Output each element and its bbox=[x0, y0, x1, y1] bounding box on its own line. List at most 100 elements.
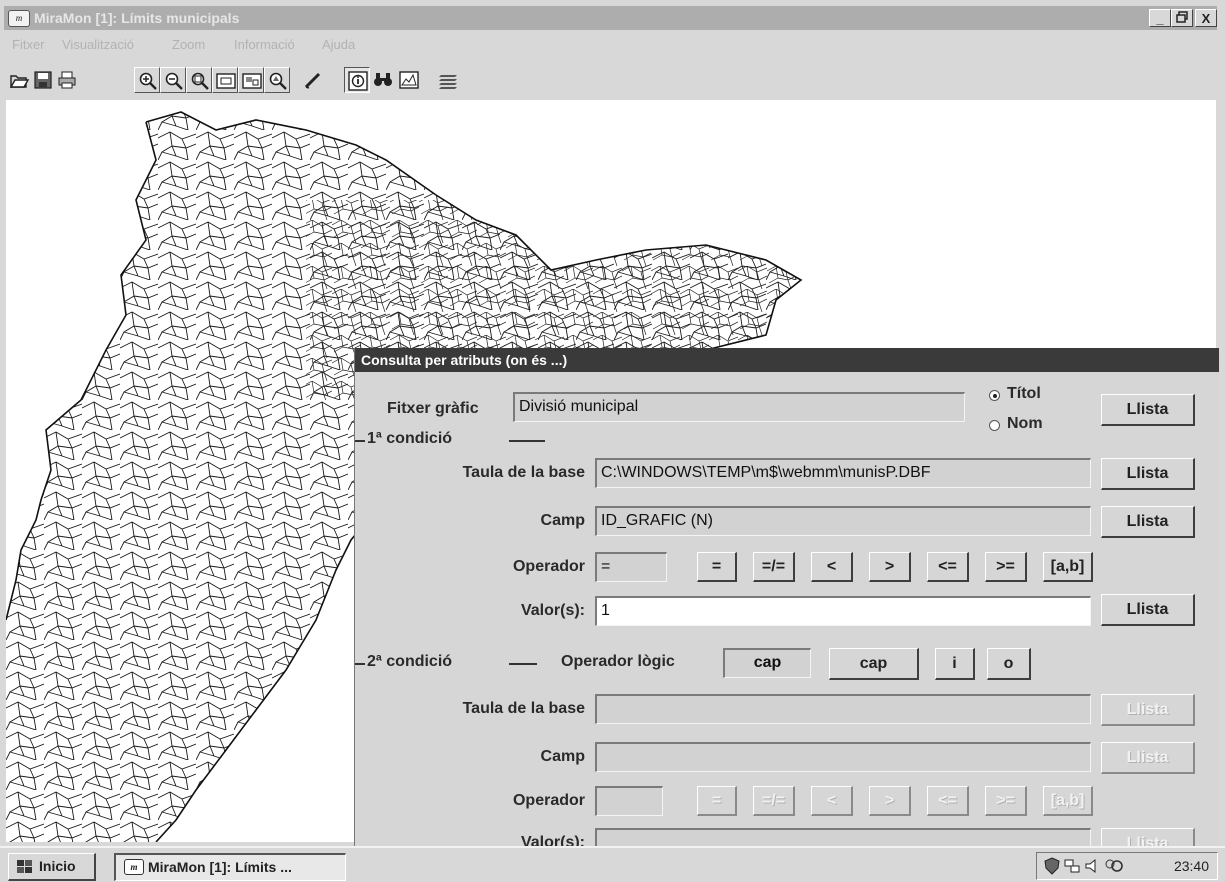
title-radio[interactable] bbox=[989, 390, 1000, 401]
condition2-table-field[interactable] bbox=[595, 694, 1091, 724]
operator-equal-button[interactable]: = bbox=[697, 552, 737, 582]
operator-less-button[interactable]: < bbox=[811, 552, 853, 582]
condition1-values-input[interactable]: 1 bbox=[595, 596, 1091, 626]
condition2-values-list-button[interactable]: Llista bbox=[1101, 828, 1195, 846]
app-icon[interactable]: m bbox=[8, 10, 30, 27]
operator-greater-equal-button[interactable]: >= bbox=[985, 552, 1027, 582]
condition1-values-list-button[interactable]: Llista bbox=[1101, 594, 1195, 626]
attribute-query-dialog: Consulta per atributs (on és ...) Fitxer… bbox=[354, 348, 1219, 846]
condition1-field-list-button[interactable]: Llista bbox=[1101, 506, 1195, 538]
network-icon[interactable] bbox=[1063, 857, 1081, 875]
zoom-extent-button[interactable] bbox=[212, 67, 238, 93]
condition1-table-field[interactable]: C:\WINDOWS\TEMP\m$\webmm\munisP.DBF bbox=[595, 458, 1091, 488]
condition2-field-label: Camp bbox=[540, 748, 585, 765]
window-title: MiraMon [1]: Límits municipals bbox=[34, 10, 240, 26]
info-icon bbox=[348, 71, 368, 91]
menu-ajuda[interactable]: Ajuda bbox=[322, 37, 355, 52]
condition2-table-label: Taula de la base bbox=[462, 700, 585, 717]
save-icon bbox=[34, 71, 52, 89]
dialog-title[interactable]: Consulta per atributs (on és ...) bbox=[355, 348, 1219, 372]
logic-or-button[interactable]: o bbox=[987, 648, 1031, 680]
logic-operator-label: Operador lògic bbox=[561, 653, 675, 670]
close-button[interactable]: X bbox=[1195, 9, 1217, 27]
condition2-field-list-button[interactable]: Llista bbox=[1101, 742, 1195, 774]
operator-not-equal-button[interactable]: =/= bbox=[753, 552, 795, 582]
info-button[interactable] bbox=[344, 67, 370, 93]
open-folder-icon bbox=[9, 75, 29, 88]
logic-and-button[interactable]: i bbox=[935, 648, 975, 680]
operator-greater-button[interactable]: > bbox=[869, 786, 911, 816]
window-titlebar[interactable]: m MiraMon [1]: Límits municipals _ X bbox=[4, 6, 1217, 30]
layers-icon bbox=[439, 75, 457, 89]
layers-button[interactable] bbox=[436, 67, 462, 93]
menu-zoom[interactable]: Zoom bbox=[172, 37, 205, 52]
zoom-in-button[interactable] bbox=[134, 67, 160, 93]
condition1-field-field[interactable]: ID_GRAFIC (N) bbox=[595, 506, 1091, 536]
start-button[interactable]: Inicio bbox=[8, 853, 96, 881]
graphic-file-field[interactable]: Divisió municipal bbox=[513, 392, 965, 422]
condition2-table-list-button[interactable]: Llista bbox=[1101, 694, 1195, 726]
save-button[interactable] bbox=[30, 67, 56, 93]
condition2-operator-field[interactable] bbox=[595, 786, 663, 816]
edit-button[interactable] bbox=[300, 67, 326, 93]
query-icon bbox=[399, 71, 419, 89]
logic-operator-field[interactable]: cap bbox=[723, 648, 811, 678]
condition1-operator-field[interactable]: = bbox=[595, 552, 667, 582]
find-button[interactable] bbox=[370, 67, 396, 93]
operator-range-button[interactable]: [a,b] bbox=[1043, 552, 1093, 582]
users-icon[interactable] bbox=[1103, 857, 1125, 875]
taskbar: Inicio m MiraMon [1]: Límits ... 23:40 bbox=[0, 846, 1225, 882]
zoom-out-button[interactable] bbox=[160, 67, 186, 93]
print-button[interactable] bbox=[54, 67, 80, 93]
zoom-scale-button[interactable] bbox=[264, 67, 290, 93]
condition1-operator-label: Operador bbox=[512, 558, 585, 575]
separator bbox=[355, 440, 365, 442]
operator-greater-button[interactable]: > bbox=[869, 552, 911, 582]
condition1-table-list-button[interactable]: Llista bbox=[1101, 458, 1195, 490]
system-tray: 23:40 bbox=[1036, 852, 1218, 880]
maximize-button[interactable] bbox=[1171, 9, 1193, 27]
condition2-values-input[interactable] bbox=[595, 828, 1091, 846]
open-button[interactable] bbox=[6, 67, 32, 93]
taskbar-item-miramon[interactable]: m MiraMon [1]: Límits ... bbox=[114, 853, 346, 881]
binoculars-icon bbox=[374, 73, 392, 86]
operator-less-button[interactable]: < bbox=[811, 786, 853, 816]
volume-icon[interactable] bbox=[1083, 857, 1101, 875]
name-radio[interactable] bbox=[989, 420, 1000, 431]
condition2-heading: 2ª condició bbox=[367, 653, 453, 670]
taskbar-item-label: MiraMon [1]: Límits ... bbox=[148, 859, 292, 875]
logic-none-button[interactable]: cap bbox=[829, 648, 919, 680]
operator-not-equal-button[interactable]: =/= bbox=[753, 786, 795, 816]
clock: 23:40 bbox=[1173, 858, 1209, 874]
separator bbox=[509, 663, 537, 665]
menu-informacio[interactable]: Informació bbox=[234, 37, 295, 52]
start-label: Inicio bbox=[39, 858, 76, 874]
zoom-scale-icon bbox=[269, 72, 287, 90]
condition2-operator-label: Operador bbox=[512, 792, 585, 809]
operator-greater-equal-button[interactable]: >= bbox=[985, 786, 1027, 816]
separator bbox=[509, 440, 545, 442]
condition1-heading: 1ª condició bbox=[367, 430, 453, 447]
query-button[interactable] bbox=[396, 67, 422, 93]
minimize-button[interactable]: _ bbox=[1149, 9, 1171, 27]
restore-icon bbox=[1176, 11, 1188, 23]
menu-fitxer[interactable]: Fitxer bbox=[12, 37, 45, 52]
operator-range-button[interactable]: [a,b] bbox=[1043, 786, 1093, 816]
menu-visualitzacio[interactable]: Visualització bbox=[62, 37, 134, 52]
graphic-file-list-button[interactable]: Llista bbox=[1101, 394, 1195, 426]
edit-pen-icon bbox=[304, 72, 321, 89]
name-radio-label[interactable]: Nom bbox=[1007, 415, 1043, 433]
zoom-window-button[interactable] bbox=[186, 67, 212, 93]
miramon-icon: m bbox=[124, 859, 144, 875]
condition1-field-label: Camp bbox=[540, 512, 585, 529]
zoom-in-icon bbox=[139, 72, 157, 90]
zoom-previous-button[interactable] bbox=[238, 67, 264, 93]
operator-less-equal-button[interactable]: <= bbox=[927, 552, 969, 582]
print-icon bbox=[58, 71, 76, 89]
shield-icon[interactable] bbox=[1043, 857, 1061, 875]
operator-less-equal-button[interactable]: <= bbox=[927, 786, 969, 816]
operator-equal-button[interactable]: = bbox=[697, 786, 737, 816]
title-radio-label[interactable]: Títol bbox=[1007, 385, 1041, 403]
menu-bar: Fitxer Visualització Zoom Informació Aju… bbox=[4, 36, 1217, 58]
condition2-field-field[interactable] bbox=[595, 742, 1091, 772]
